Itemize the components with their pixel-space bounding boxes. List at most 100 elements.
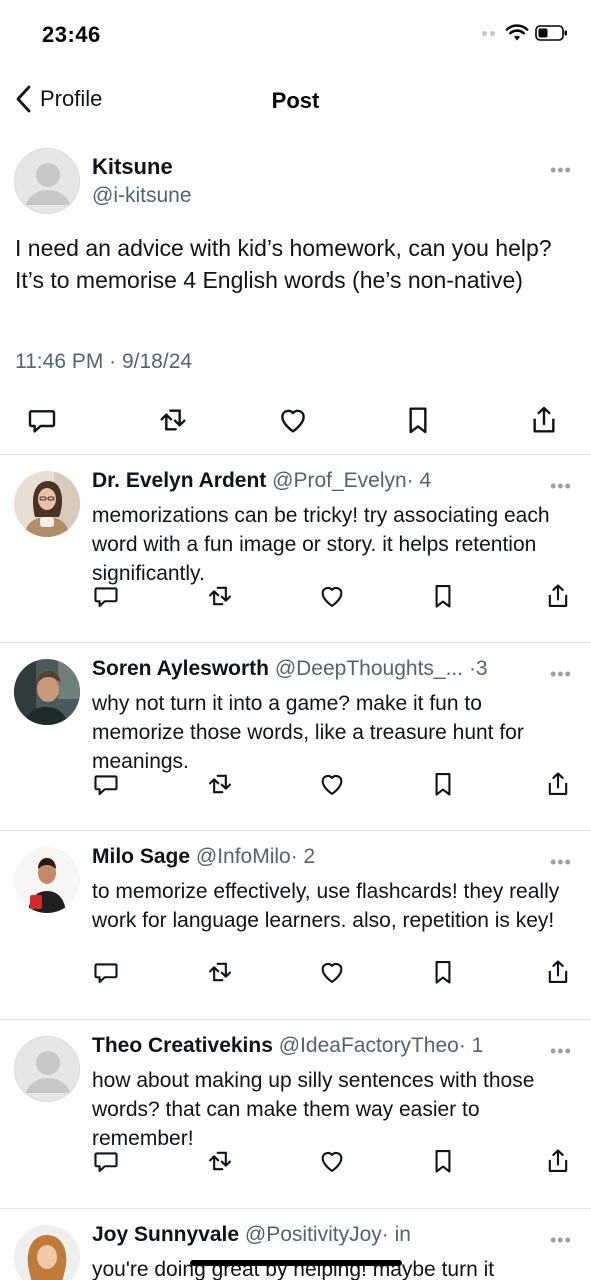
avatar[interactable] — [14, 847, 80, 913]
reply-author-name[interactable]: Theo Creativekins — [92, 1034, 273, 1057]
like-button[interactable] — [276, 403, 310, 437]
repost-icon — [206, 958, 234, 986]
like-button[interactable] — [315, 955, 349, 989]
reply-button[interactable] — [89, 579, 123, 613]
share-icon — [544, 1147, 572, 1175]
reply-item[interactable]: Soren Aylesworth @DeepThoughts_... ·3 ••… — [0, 643, 591, 831]
bookmark-button[interactable] — [426, 579, 460, 613]
reply-header: Soren Aylesworth @DeepThoughts_... ·3 — [92, 657, 544, 687]
avatar[interactable] — [14, 471, 80, 537]
back-label: Profile — [40, 86, 103, 111]
reply-item[interactable]: Dr. Evelyn Ardent @Prof_Evelyn· 4 ••• me… — [0, 455, 591, 643]
comment-icon — [92, 770, 120, 798]
repost-button[interactable] — [203, 767, 237, 801]
comment-icon — [92, 1147, 120, 1175]
reply-text: you're doing great by helping! maybe tur… — [92, 1258, 495, 1280]
reply-age: · in — [381, 1223, 411, 1246]
wifi-icon — [505, 24, 529, 41]
reply-item[interactable]: Theo Creativekins @IdeaFactoryTheo· 1 ••… — [0, 1020, 591, 1208]
reply-author-handle[interactable]: @DeepThoughts_... — [275, 657, 463, 680]
more-options-icon[interactable]: ••• — [550, 1042, 572, 1060]
like-button[interactable] — [315, 767, 349, 801]
reply-text: why not turn it into a game? make it fun… — [92, 692, 524, 773]
status-time: 23:46 — [42, 22, 101, 47]
share-button[interactable] — [541, 579, 575, 613]
reply-text: how about making up silly sentences with… — [92, 1069, 535, 1150]
reply-author-name[interactable]: Soren Aylesworth — [92, 657, 269, 680]
bookmark-icon — [429, 770, 457, 798]
more-options-icon[interactable]: ••• — [550, 665, 572, 683]
reply-author-handle[interactable]: @Prof_Evelyn — [272, 469, 407, 492]
repost-icon — [157, 404, 189, 436]
bookmark-icon — [429, 1147, 457, 1175]
reply-button[interactable] — [89, 955, 123, 989]
reply-author-name[interactable]: Joy Sunnyvale — [92, 1223, 239, 1246]
bookmark-button[interactable] — [426, 1144, 460, 1178]
more-options-icon[interactable]: ••• — [550, 853, 572, 871]
author-name[interactable]: Kitsune — [92, 154, 173, 180]
heart-icon — [318, 582, 346, 610]
more-options-icon[interactable]: ••• — [550, 477, 572, 495]
avatar[interactable] — [14, 1225, 80, 1280]
comment-icon — [92, 958, 120, 986]
more-options-icon[interactable]: ••• — [550, 1231, 572, 1249]
post-actions — [0, 403, 591, 437]
repost-button[interactable] — [156, 403, 190, 437]
reply-age: · 2 — [290, 845, 316, 868]
post-timestamp: 11:46 PM · 9/18/24 — [15, 350, 193, 373]
like-button[interactable] — [315, 579, 349, 613]
chevron-left-icon — [16, 85, 31, 113]
default-avatar-icon — [15, 1037, 80, 1102]
more-options-icon[interactable]: ••• — [550, 161, 572, 179]
reply-actions — [0, 579, 591, 613]
default-avatar-icon — [15, 149, 80, 214]
reply-button[interactable] — [89, 767, 123, 801]
reply-age: ·3 — [468, 657, 488, 680]
repost-button[interactable] — [203, 579, 237, 613]
like-button[interactable] — [315, 1144, 349, 1178]
share-button[interactable] — [541, 1144, 575, 1178]
repost-icon — [206, 770, 234, 798]
repost-button[interactable] — [203, 1144, 237, 1178]
bookmark-icon — [429, 958, 457, 986]
bookmark-button[interactable] — [426, 955, 460, 989]
reply-author-name[interactable]: Dr. Evelyn Ardent — [92, 469, 266, 492]
heart-icon — [318, 958, 346, 986]
reply-text: to memorize effectively, use flashcards!… — [92, 880, 560, 932]
reply-age: · 4 — [406, 469, 432, 492]
bookmark-button[interactable] — [401, 403, 435, 437]
reply-header: Milo Sage @InfoMilo· 2 — [92, 845, 544, 875]
reply-item[interactable]: Joy Sunnyvale @PositivityJoy· in ••• you… — [0, 1209, 591, 1280]
share-icon — [528, 404, 560, 436]
avatar[interactable] — [14, 659, 80, 725]
post-text: I need an advice with kid’s homework, ca… — [15, 235, 552, 293]
reply-author-handle[interactable]: @PositivityJoy — [245, 1223, 382, 1246]
status-icons — [482, 24, 569, 42]
reply-header: Theo Creativekins @IdeaFactoryTheo· 1 — [92, 1034, 544, 1064]
heart-icon — [318, 1147, 346, 1175]
reply-actions — [0, 955, 591, 989]
reply-item[interactable]: Milo Sage @InfoMilo· 2 ••• to memorize e… — [0, 831, 591, 1019]
reply-author-handle[interactable]: @IdeaFactoryTheo — [279, 1034, 459, 1057]
author-handle[interactable]: @i-kitsune — [92, 184, 192, 208]
bookmark-button[interactable] — [426, 767, 460, 801]
bookmark-icon — [402, 404, 434, 436]
reply-button[interactable] — [89, 1144, 123, 1178]
share-button[interactable] — [541, 955, 575, 989]
share-button[interactable] — [541, 767, 575, 801]
share-button[interactable] — [527, 403, 561, 437]
reply-author-name[interactable]: Milo Sage — [92, 845, 190, 868]
repost-button[interactable] — [203, 955, 237, 989]
avatar[interactable] — [14, 1036, 80, 1102]
reply-button[interactable] — [25, 403, 59, 437]
home-indicator[interactable] — [190, 1260, 402, 1266]
back-button[interactable]: Profile — [14, 84, 102, 114]
reply-text: memorizations can be tricky! try associa… — [92, 504, 550, 585]
comment-icon — [92, 582, 120, 610]
status-bar: 23:46 — [0, 0, 591, 70]
battery-icon — [535, 25, 567, 41]
heart-icon — [318, 770, 346, 798]
avatar[interactable] — [14, 148, 80, 214]
nav-bar: Profile Post — [0, 72, 591, 128]
reply-author-handle[interactable]: @InfoMilo — [196, 845, 291, 868]
